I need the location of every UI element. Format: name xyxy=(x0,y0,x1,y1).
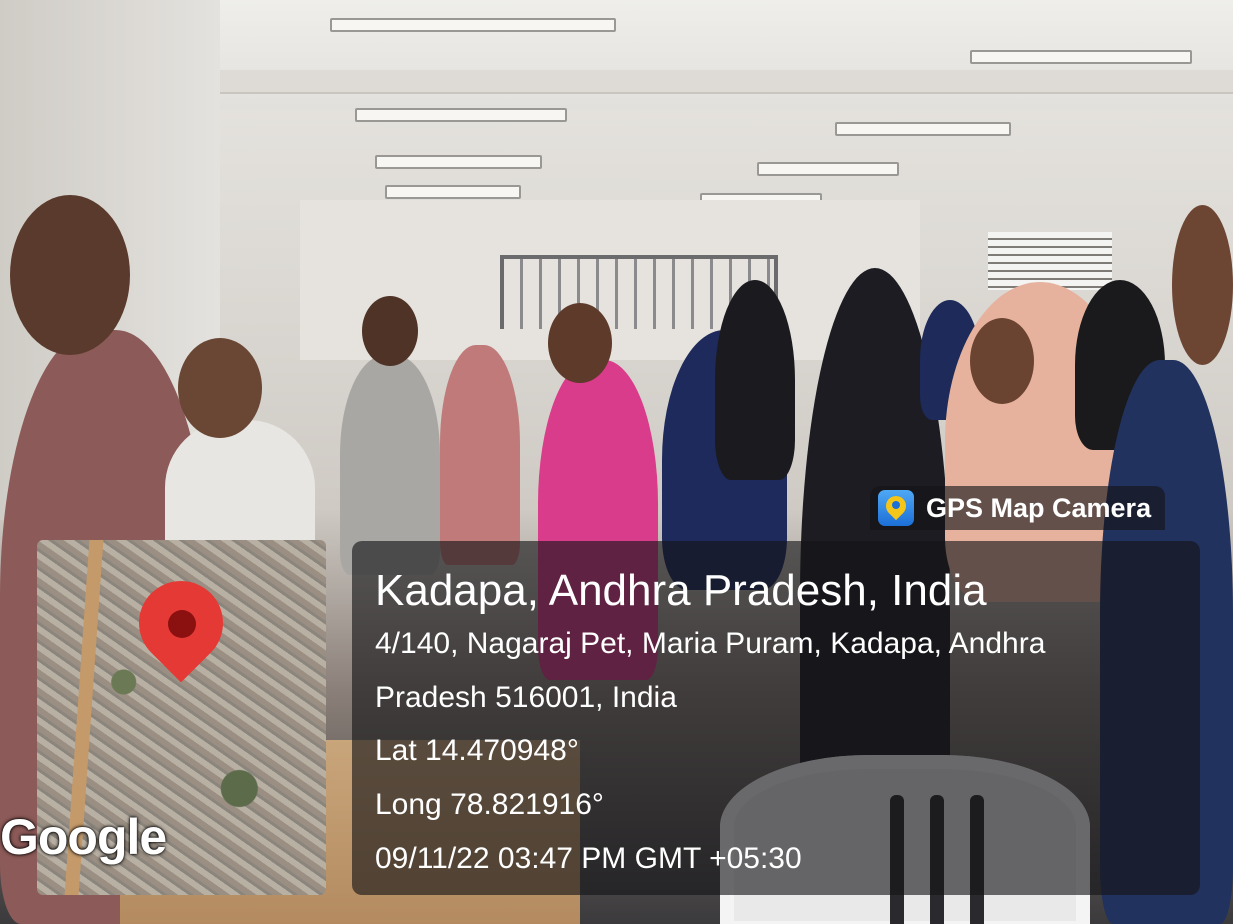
person xyxy=(440,345,520,565)
person-head xyxy=(178,338,262,438)
address-line-1: 4/140, Nagaraj Pet, Maria Puram, Kadapa,… xyxy=(375,627,1046,660)
window xyxy=(988,232,1112,290)
tube-light xyxy=(355,108,567,122)
background-photo: GPS Map Camera Kadapa, Andhra Pradesh, I… xyxy=(0,0,1233,924)
gps-map-camera-icon xyxy=(878,490,914,526)
tube-light xyxy=(970,50,1192,64)
tube-light xyxy=(330,18,616,32)
person-head xyxy=(362,296,418,366)
person-hijab xyxy=(715,280,795,480)
person-head xyxy=(970,318,1034,404)
tube-light xyxy=(835,122,1011,136)
longitude: Long 78.821916° xyxy=(375,788,604,821)
tube-light xyxy=(375,155,542,169)
person-head xyxy=(10,195,130,355)
person-head xyxy=(1172,205,1233,365)
location-title: Kadapa, Andhra Pradesh, India xyxy=(375,566,987,615)
address-line-2: Pradesh 516001, India xyxy=(375,681,677,714)
datetime: 09/11/22 03:47 PM GMT +05:30 xyxy=(375,842,802,875)
latitude: Lat 14.470948° xyxy=(375,734,579,767)
gps-brand-tag: GPS Map Camera xyxy=(870,486,1166,530)
ceiling-beam xyxy=(200,70,1233,94)
tube-light xyxy=(757,162,899,176)
google-logo: Google xyxy=(0,809,167,865)
brand-label: GPS Map Camera xyxy=(926,492,1152,523)
person-head xyxy=(548,303,612,383)
tube-light xyxy=(385,185,521,199)
map-pin-dot xyxy=(168,610,196,638)
